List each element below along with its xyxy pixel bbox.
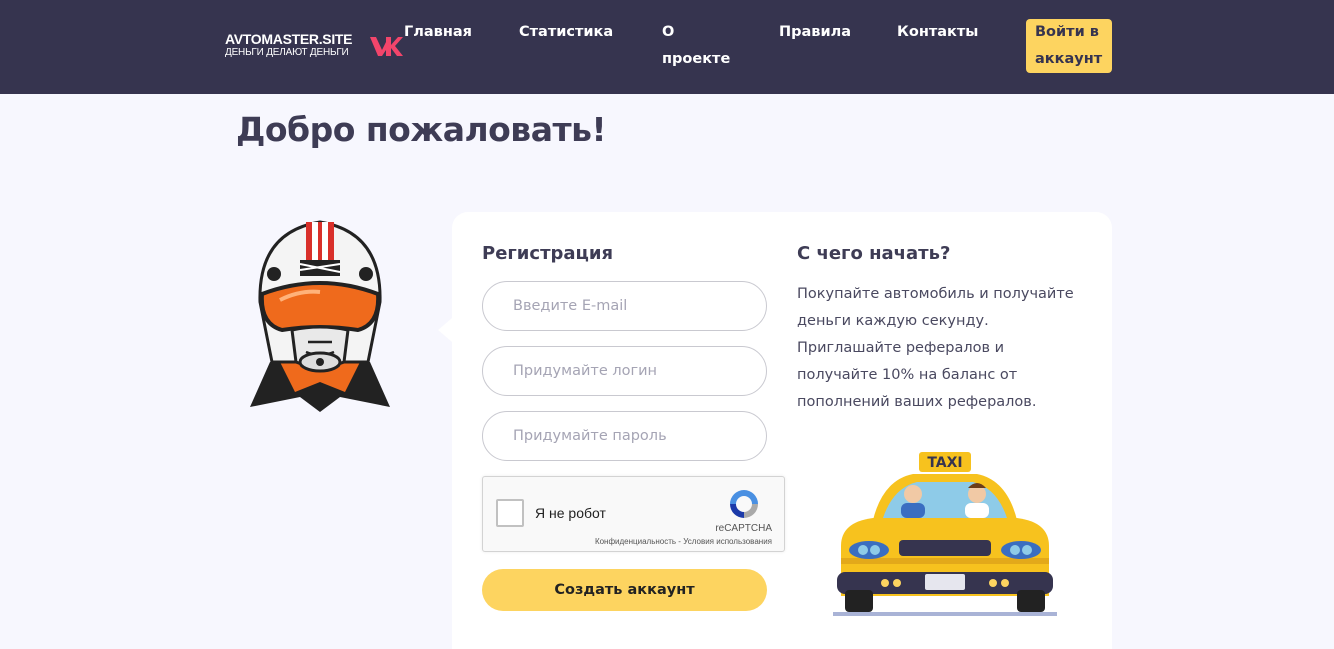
recaptcha-links[interactable]: Конфиденциальность - Условия использован… (595, 537, 772, 546)
email-field[interactable] (482, 281, 767, 331)
site-header: AVTOMASTER.SITE ДЕНЬГИ ДЕЛАЮТ ДЕНЬГИ Гла… (0, 0, 1334, 94)
taxi-illustration: TAXI (833, 452, 1057, 616)
recaptcha-brand: reCAPTCHA (715, 523, 772, 534)
recaptcha-checkbox[interactable] (496, 499, 524, 527)
card-pointer (438, 318, 452, 342)
create-account-button[interactable]: Создать аккаунт (482, 569, 767, 611)
logo-subtitle: ДЕНЬГИ ДЕЛАЮТ ДЕНЬГИ (225, 47, 349, 58)
nav-rules[interactable]: Правила (779, 19, 851, 46)
recaptcha-widget: Я не робот reCAPTCHA Конфиденциальность … (482, 476, 785, 552)
nav-about[interactable]: О проекте (662, 19, 732, 73)
registration-title: Регистрация (482, 243, 614, 264)
recaptcha-label: Я не робот (535, 505, 606, 521)
taxi-sign-text: TAXI (927, 455, 962, 471)
login-field[interactable] (482, 346, 767, 396)
recaptcha-icon (730, 490, 758, 518)
site-logo[interactable]: AVTOMASTER.SITE ДЕНЬГИ ДЕЛАЮТ ДЕНЬГИ (225, 31, 353, 59)
start-title: С чего начать? (797, 243, 951, 264)
logo-title: AVTOMASTER.SITE (225, 31, 353, 47)
nav-contacts[interactable]: Контакты (897, 19, 978, 46)
login-button[interactable]: Войти в аккаунт (1026, 19, 1112, 73)
pilot-helmet-illustration (250, 220, 390, 412)
nav-home[interactable]: Главная (404, 19, 472, 46)
nav-statistics[interactable]: Статистика (519, 19, 613, 46)
start-text: Покупайте автомобиль и получайте деньги … (797, 286, 1074, 410)
password-field[interactable] (482, 411, 767, 461)
page-title: Добро пожаловать! (236, 110, 607, 149)
vk-icon[interactable] (368, 33, 404, 59)
